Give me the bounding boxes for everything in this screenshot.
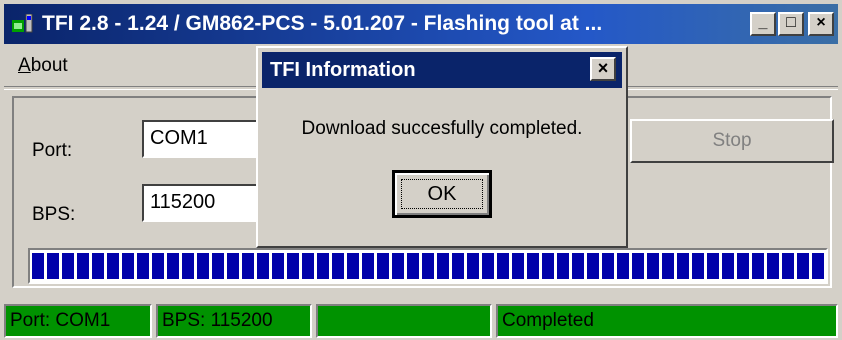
- stop-button[interactable]: Stop: [630, 119, 834, 163]
- port-label: Port:: [32, 140, 73, 161]
- ok-button-label: OK: [401, 179, 483, 209]
- app-icon: [12, 14, 33, 33]
- title-bar[interactable]: TFI 2.8 - 1.24 / GM862-PCS - 5.01.207 - …: [4, 4, 838, 44]
- close-icon: ×: [597, 58, 609, 78]
- port-field[interactable]: COM1: [142, 120, 268, 158]
- status-empty: [316, 304, 492, 338]
- dialog-title: TFI Information: [270, 59, 416, 81]
- progress-bar: [28, 248, 828, 284]
- dialog-close-button[interactable]: ×: [590, 57, 616, 81]
- bps-label: BPS:: [32, 204, 76, 225]
- menu-about-label: bout: [30, 55, 68, 76]
- dialog-title-bar[interactable]: TFI Information ×: [262, 52, 622, 88]
- maximize-button[interactable]: □: [778, 12, 804, 36]
- dialog-message: Download succesfully completed.: [301, 118, 583, 139]
- minimize-button[interactable]: _: [750, 12, 776, 36]
- close-icon: ×: [816, 14, 826, 31]
- minimize-icon: _: [758, 14, 768, 31]
- bps-field[interactable]: 115200: [142, 184, 268, 222]
- status-port: Port: COM1: [4, 304, 152, 338]
- close-button[interactable]: ×: [808, 12, 834, 36]
- progress-fill: [32, 253, 824, 279]
- status-bps: BPS: 115200: [156, 304, 312, 338]
- menu-about[interactable]: About: [18, 55, 68, 77]
- info-dialog: TFI Information × Download succesfully c…: [256, 46, 628, 248]
- window-title: TFI 2.8 - 1.24 / GM862-PCS - 5.01.207 - …: [42, 12, 603, 35]
- status-state: Completed: [496, 304, 838, 338]
- status-bar: Port: COM1 BPS: 115200 Completed: [0, 298, 842, 340]
- maximize-icon: □: [786, 14, 796, 31]
- ok-button[interactable]: OK: [392, 170, 492, 218]
- menu-about-mnemonic: A: [18, 55, 31, 76]
